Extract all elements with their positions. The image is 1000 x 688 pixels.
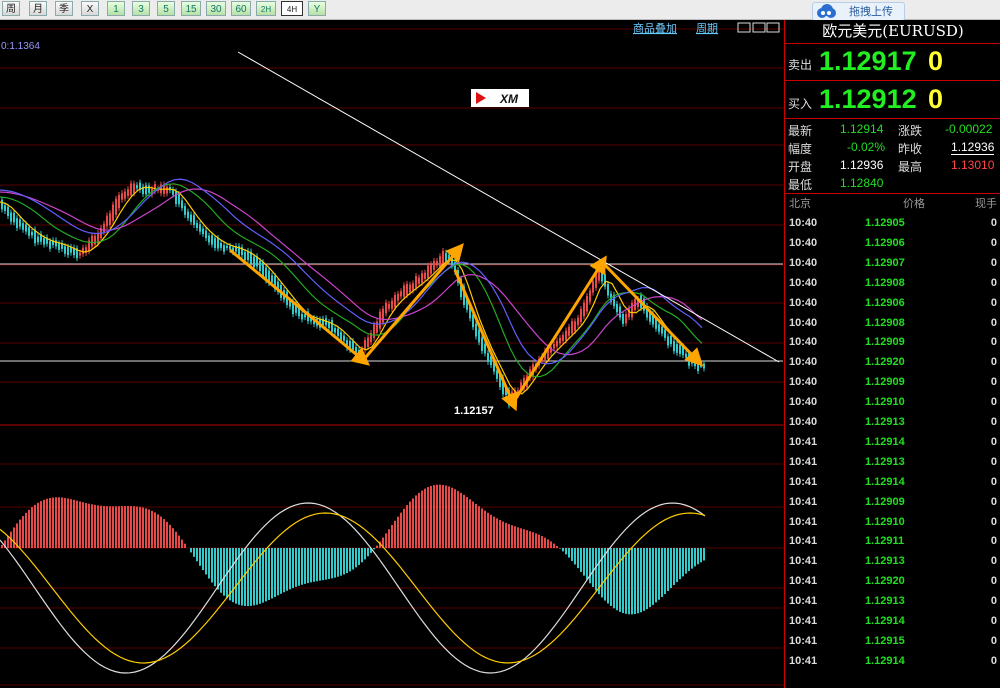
tick-row: 10:40 1.12910 0	[789, 396, 997, 409]
tick-row: 10:41 1.12914 0	[789, 475, 997, 488]
period-2h-button[interactable]: 2H	[256, 1, 276, 16]
tick-row: 10:41 1.12913 0	[789, 595, 997, 608]
tick-row: 10:40 1.12909 0	[789, 376, 997, 389]
stat-value: 1.12840	[840, 176, 884, 190]
tick-row: 10:41 1.12909 0	[789, 495, 997, 508]
tick-row: 10:40 1.12909 0	[789, 336, 997, 349]
buy-label: 买入	[788, 97, 813, 111]
period-month-button[interactable]: 月	[29, 1, 47, 16]
stat-label: 幅度	[788, 142, 813, 156]
period-5-button[interactable]: 5	[157, 1, 175, 16]
stat-label: 最低	[788, 178, 813, 192]
period-3-button[interactable]: 3	[132, 1, 150, 16]
period-year-button[interactable]: Y	[308, 1, 326, 16]
tick-row: 10:40 1.12908 0	[789, 276, 997, 289]
tick-row: 10:41 1.12911 0	[789, 535, 997, 548]
period-quarter-button[interactable]: 季	[55, 1, 73, 16]
tick-row: 10:40 1.12913 0	[789, 416, 997, 428]
stat-value: 1.13010	[951, 158, 995, 172]
kline-chart[interactable]: 0:1.1364 商品叠加 周期 XM 1.12157	[0, 20, 783, 688]
tick-row: 10:41 1.12914 0	[789, 654, 997, 667]
sell-label: 卖出	[788, 58, 813, 72]
stat-label: 最新	[788, 124, 813, 138]
buy-price: 1.12912	[819, 84, 917, 114]
svg-text:XM: XM	[499, 92, 519, 106]
stat-label: 昨收	[898, 142, 923, 156]
period-link[interactable]: 周期	[696, 22, 718, 35]
stat-label: 开盘	[788, 160, 813, 174]
period-15-button[interactable]: 15	[181, 1, 201, 16]
period-30-button[interactable]: 30	[206, 1, 226, 16]
symbol-title: 欧元美元(EURUSD)	[785, 20, 1000, 44]
stat-value: -0.02%	[847, 140, 886, 154]
tick-row: 10:41 1.12915 0	[789, 634, 997, 647]
candlesticks	[1, 179, 705, 409]
period-60-button[interactable]: 60	[231, 1, 251, 16]
tick-row: 10:41 1.12913 0	[789, 455, 997, 468]
buy-price-suffix: 0	[928, 84, 944, 114]
cloud-upload-icon	[817, 4, 836, 18]
period-4h-button[interactable]: 4H	[281, 1, 303, 16]
stat-label: 最高	[898, 160, 923, 174]
quote-panel: 欧元美元(EURUSD) 卖出 1.12917 0 买入 1.12912 0 最…	[784, 20, 1000, 688]
period-x-button[interactable]: X	[81, 1, 99, 16]
stat-value: 1.12936	[951, 140, 995, 155]
tick-row: 10:40 1.12906 0	[789, 236, 997, 249]
overlay-link[interactable]: 商品叠加	[633, 21, 677, 35]
stat-value: 1.12914	[840, 122, 884, 136]
tick-row: 10:41 1.12920 0	[789, 575, 997, 588]
stat-value: -0.00022	[945, 122, 993, 136]
tick-row: 10:41 1.12913 0	[789, 555, 997, 568]
stat-label: 涨跌	[898, 124, 923, 138]
period-week-button[interactable]: 周	[2, 1, 20, 16]
tick-row: 10:40 1.12906 0	[789, 296, 997, 309]
top-left-label: 0:1.1364	[1, 41, 40, 52]
period-1-button[interactable]: 1	[107, 1, 125, 16]
window-controls[interactable]	[737, 22, 780, 33]
tick-row: 10:40 1.12905 0	[789, 217, 997, 229]
tick-row: 10:41 1.12914 0	[789, 435, 997, 448]
low-annotation: 1.12157	[454, 405, 494, 417]
tick-row: 10:40 1.12907 0	[789, 256, 997, 269]
stat-value: 1.12936	[840, 158, 884, 172]
sell-price-suffix: 0	[928, 46, 944, 76]
tick-row: 10:40 1.12920 0	[789, 356, 997, 369]
sell-price: 1.12917	[819, 46, 917, 76]
tick-row: 10:41 1.12910 0	[789, 515, 997, 528]
tick-row: 10:40 1.12908 0	[789, 316, 997, 329]
xm-logo: XM	[471, 89, 529, 107]
tick-header: 北京 价格 现手	[789, 198, 997, 210]
macd-panel	[0, 484, 706, 674]
tick-row: 10:41 1.12914 0	[789, 615, 997, 627]
